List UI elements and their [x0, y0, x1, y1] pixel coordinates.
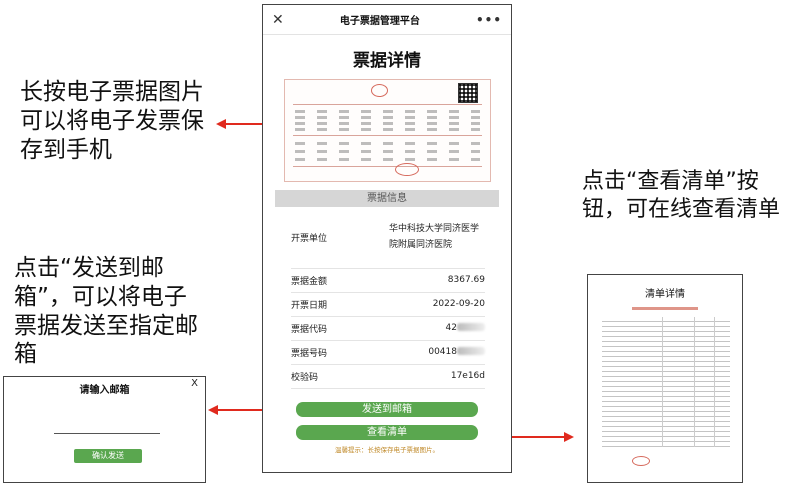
close-icon[interactable]: X	[191, 378, 198, 389]
info-value-wrap: 00418	[371, 345, 485, 361]
tip-text: 温馨提示：长按保存电子票据图片。	[335, 446, 439, 454]
invoice-image[interactable]	[283, 79, 491, 182]
info-row-issuer: 开票单位 华中科技大学同济医学院附属同济医院	[291, 207, 485, 269]
invoice-stamp	[394, 163, 419, 176]
list-doc-rows	[602, 317, 730, 447]
info-value-wrap: 42	[371, 321, 485, 337]
invoice-row	[294, 110, 480, 113]
list-doc-header	[632, 307, 698, 310]
annotation-save-image: 长按电子票据图片可以将电子发票保存到手机	[20, 79, 204, 163]
invoice-row	[294, 116, 480, 119]
invoice-row	[294, 122, 480, 125]
page-title: 票据详情	[353, 51, 421, 71]
list-doc-column	[714, 317, 715, 447]
phone-screen: ✕ 电子票据管理平台 ••• 票据详情 票据信息 开票单位 华中科技大学同济医学…	[262, 4, 512, 473]
info-value: 2022-09-20	[432, 298, 485, 309]
title-bar: ✕ 电子票据管理平台 •••	[263, 5, 511, 35]
info-value: 42	[445, 322, 457, 333]
section-header: 票据信息	[275, 190, 499, 207]
invoice-rule	[292, 166, 482, 167]
redaction-blur	[457, 323, 485, 332]
list-doc-stamp	[632, 456, 650, 466]
invoice-info-list: 开票单位 华中科技大学同济医学院附属同济医院 票据金额 8367.69 开票日期…	[291, 207, 485, 389]
info-row-amount: 票据金额 8367.69	[291, 269, 485, 293]
list-doc-column	[662, 317, 663, 447]
info-value: 8367.69	[447, 274, 485, 285]
list-title: 清单详情	[645, 289, 685, 300]
confirm-send-button[interactable]: 确认发送	[74, 449, 142, 463]
dialog-title: 请输入邮箱	[79, 385, 130, 396]
list-doc-column	[694, 317, 695, 447]
send-email-button[interactable]: 发送到邮箱	[296, 402, 478, 417]
info-row-date: 开票日期 2022-09-20	[291, 293, 485, 317]
info-label: 票据代码	[291, 325, 328, 335]
qr-code	[457, 83, 478, 103]
invoice-row	[294, 150, 480, 153]
view-list-button[interactable]: 查看清单	[296, 425, 478, 440]
more-icon[interactable]: •••	[476, 13, 502, 27]
info-label: 票据金额	[291, 277, 328, 287]
invoice-rule	[292, 104, 482, 105]
invoice-row	[294, 128, 480, 131]
info-value: 00418	[428, 346, 457, 357]
invoice-seal	[370, 84, 388, 97]
window-title: 电子票据管理平台	[339, 16, 420, 27]
info-label: 开票单位	[291, 234, 328, 244]
close-icon[interactable]: ✕	[272, 13, 284, 27]
list-detail-panel: 清单详情	[587, 274, 743, 483]
invoice-rule	[292, 135, 482, 136]
info-label: 票据号码	[291, 349, 328, 359]
annotation-send-email: 点击“发送到邮箱”，可以将电子票据发送至指定邮箱	[14, 255, 198, 368]
info-value: 17e16d	[450, 370, 485, 381]
info-label: 校验码	[291, 373, 319, 383]
info-label: 开票日期	[291, 301, 328, 311]
info-value: 华中科技大学同济医学院附属同济医院	[389, 223, 480, 250]
invoice-row	[294, 142, 480, 145]
info-row-code: 票据代码 42	[291, 317, 485, 341]
email-input[interactable]	[54, 433, 160, 434]
info-row-checkcode: 校验码 17e16d	[291, 365, 485, 389]
invoice-row	[294, 158, 480, 161]
redaction-blur	[457, 347, 485, 356]
annotation-view-list: 点击“查看清单”按钮，可在线查看清单	[582, 169, 781, 222]
email-dialog: 请输入邮箱 X 确认发送	[3, 376, 206, 483]
list-document-image	[602, 307, 730, 472]
info-row-number: 票据号码 00418	[291, 341, 485, 365]
